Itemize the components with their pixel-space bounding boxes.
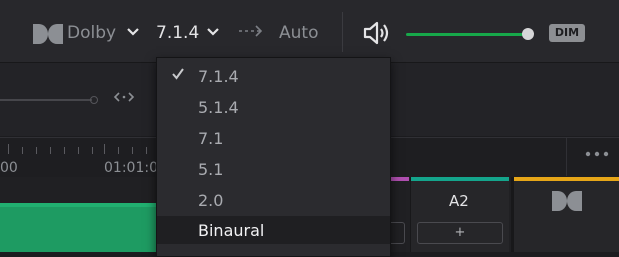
menu-item-label: 7.1 (198, 129, 224, 148)
timecode-label: 01:01:0 (104, 160, 158, 176)
menu-item-binaural[interactable]: Binaural (157, 216, 390, 244)
ruler-tick (92, 147, 93, 154)
menu-item-2-0[interactable]: 2.0 (157, 186, 390, 214)
menu-item-label: 7.1.4 (198, 67, 239, 86)
ruler-tick (146, 147, 147, 154)
track-name-a2: A2 (449, 192, 469, 210)
chevron-down-icon[interactable] (126, 25, 140, 41)
volume-slider-track[interactable] (406, 33, 528, 36)
volume-slider-handle[interactable] (522, 28, 534, 40)
renderer-mode-label[interactable]: Auto (279, 23, 318, 43)
menu-item-5-1[interactable]: 5.1 (157, 155, 390, 183)
menu-item-label: Binaural (198, 221, 265, 240)
menu-item-7-1-4[interactable]: 7.1.4 (157, 62, 390, 90)
checkmark-icon (171, 66, 185, 86)
speaker-format-dropdown: 7.1.4 5.1.4 7.1 5.1 2.0 Binaural (156, 57, 391, 257)
dolby-logo-icon (552, 191, 582, 211)
ruler-tick (78, 147, 79, 154)
timecode-label: 00 (0, 160, 18, 176)
track-color-bar-a2 (411, 177, 509, 181)
track-strip-dolby (514, 177, 619, 252)
track-color-bar-dolby (514, 177, 619, 181)
ruler-tick (22, 147, 23, 154)
ruler-tick (64, 147, 65, 154)
ruler-divider (566, 138, 567, 176)
ruler-tick (36, 147, 37, 154)
ruler-tick (132, 147, 133, 154)
speaker-volume-icon[interactable] (362, 20, 392, 46)
menu-item-7-1[interactable]: 7.1 (157, 124, 390, 152)
ruler-tick (118, 147, 119, 154)
ruler-tick (50, 147, 51, 154)
scrubber-handle[interactable] (90, 96, 98, 104)
audio-clip-header (0, 203, 158, 207)
expand-horizontal-icon[interactable] (113, 90, 135, 108)
add-effect-button[interactable]: + (417, 222, 503, 244)
menu-item-label: 5.1 (198, 160, 224, 179)
dolby-logo-icon (33, 24, 63, 44)
track-button[interactable] (390, 222, 405, 244)
format-chevron-down-icon[interactable] (206, 25, 220, 41)
menu-item-label: 2.0 (198, 191, 224, 210)
scrubber-line[interactable] (0, 99, 92, 101)
dashed-arrow-icon (238, 21, 264, 46)
menu-item-label: 5.1.4 (198, 98, 239, 117)
audio-clip[interactable] (0, 203, 158, 252)
ruler-tick (8, 144, 9, 154)
more-options-icon[interactable] (584, 146, 610, 162)
menu-item-5-1-4[interactable]: 5.1.4 (157, 93, 390, 121)
dim-button[interactable]: DIM (549, 24, 585, 42)
toolbar-divider (342, 12, 343, 52)
dolby-label: Dolby (67, 23, 117, 43)
ruler-tick (104, 144, 105, 154)
speaker-format-select[interactable]: 7.1.4 (156, 23, 199, 43)
